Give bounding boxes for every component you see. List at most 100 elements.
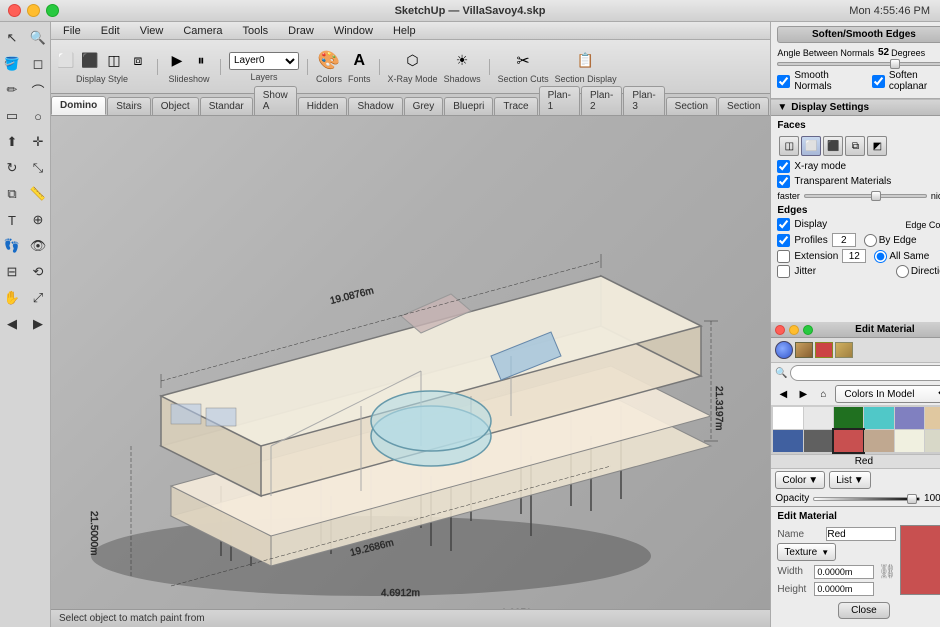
swatch-tan[interactable]	[925, 407, 940, 429]
canvas-area[interactable]: 19.0876m 21.3197m 21.5000m 19.2686m 4.69…	[51, 116, 770, 609]
em-min-btn[interactable]	[789, 325, 799, 335]
swatch-white[interactable]	[773, 407, 802, 429]
swatch-blue-gray[interactable]	[895, 407, 924, 429]
colors-in-model-select[interactable]: Colors In Model	[835, 385, 940, 403]
tab-section1[interactable]: Section	[666, 97, 717, 115]
rectangle-tool[interactable]: ▭	[0, 104, 24, 128]
swatch-gray[interactable]	[804, 430, 833, 452]
tab-stairs[interactable]: Stairs	[107, 97, 151, 115]
color-selector-btn[interactable]: Color ▼	[775, 471, 825, 489]
height-input[interactable]	[814, 582, 874, 596]
extension-input[interactable]	[842, 249, 866, 263]
tab-hidden[interactable]: Hidden	[298, 97, 348, 115]
width-input[interactable]	[814, 565, 874, 579]
pan-tool[interactable]: ✋	[0, 286, 24, 310]
shadows-icon[interactable]: ☀	[451, 50, 473, 72]
menu-window[interactable]: Window	[330, 25, 377, 37]
quality-slider-track[interactable]	[804, 194, 927, 198]
profiles-checkbox[interactable]	[777, 234, 790, 247]
jitter-checkbox[interactable]	[777, 265, 790, 278]
swatch-beige[interactable]	[864, 430, 893, 452]
menu-tools[interactable]: Tools	[238, 25, 272, 37]
swatch-cream[interactable]	[895, 430, 924, 452]
tab-trace[interactable]: Trace	[494, 97, 537, 115]
texture-btn[interactable]: Texture ▼	[777, 543, 836, 561]
tab-plan2[interactable]: Plan-2	[581, 86, 622, 115]
soften-coplanar-checkbox[interactable]	[872, 75, 885, 88]
section-display-icon[interactable]: 📋	[575, 50, 597, 72]
paint-tool[interactable]: 🪣	[0, 52, 24, 76]
brick-icon[interactable]	[835, 342, 853, 358]
face-icon-5[interactable]: ◩	[867, 136, 887, 156]
face-icon-1[interactable]: ◫	[779, 136, 799, 156]
tab-shadow[interactable]: Shadow	[348, 97, 402, 115]
tab-bluepri[interactable]: Bluepri	[444, 97, 493, 115]
tape-tool[interactable]: 📏	[26, 182, 50, 206]
rotate-tool[interactable]: ↻	[0, 156, 24, 180]
sphere-icon[interactable]	[775, 341, 793, 359]
next-view-tool[interactable]: ▶	[26, 312, 50, 336]
swatch-red[interactable]	[834, 430, 863, 452]
menu-view[interactable]: View	[136, 25, 168, 37]
list-selector-btn[interactable]: List ▼	[829, 471, 870, 489]
menu-draw[interactable]: Draw	[284, 25, 318, 37]
extension-checkbox[interactable]	[777, 250, 790, 263]
display-edges-checkbox[interactable]	[777, 218, 790, 231]
move-tool[interactable]: ✛	[26, 130, 50, 154]
tab-standar[interactable]: Standar	[200, 97, 253, 115]
em-zoom-btn[interactable]	[803, 325, 813, 335]
zoom-tool[interactable]: 🔍	[26, 26, 50, 50]
profiles-input[interactable]	[832, 233, 856, 247]
direction-radio[interactable]	[896, 265, 909, 278]
opacity-thumb[interactable]	[907, 494, 917, 504]
circle-tool[interactable]: ○	[26, 104, 50, 128]
menu-camera[interactable]: Camera	[179, 25, 226, 37]
eraser-tool[interactable]: ◻	[26, 52, 50, 76]
face-icon-3[interactable]: ⬛	[823, 136, 843, 156]
quality-slider-thumb[interactable]	[871, 191, 881, 201]
section-tool[interactable]: ⊟	[0, 260, 24, 284]
display-style-icon4[interactable]: ⧈	[127, 50, 149, 72]
display-style-icon1[interactable]: ⬜	[55, 50, 77, 72]
section-cuts-icon[interactable]: ✂	[512, 50, 534, 72]
tab-plan3[interactable]: Plan-3	[623, 86, 664, 115]
look-tool[interactable]: 👁	[26, 234, 50, 258]
scale-tool[interactable]: ⤡	[26, 156, 50, 180]
tab-object[interactable]: Object	[152, 97, 199, 115]
close-button[interactable]: Close	[838, 602, 890, 619]
name-input[interactable]	[826, 527, 896, 541]
face-icon-2[interactable]: ⬜	[801, 136, 821, 156]
nav-fwd-btn[interactable]: ▶	[795, 386, 811, 402]
display-style-icon2[interactable]: ⬛	[79, 50, 101, 72]
face-icon-4[interactable]: ⧉	[845, 136, 865, 156]
menu-edit[interactable]: Edit	[97, 25, 124, 37]
fonts-icon[interactable]: A	[348, 50, 370, 72]
em-close-btn[interactable]	[775, 325, 785, 335]
material-search-input[interactable]	[790, 365, 940, 381]
arc-tool[interactable]: ⌒	[26, 78, 50, 102]
close-button[interactable]	[8, 4, 21, 17]
maximize-button[interactable]	[46, 4, 59, 17]
angle-slider-track[interactable]	[777, 62, 940, 66]
xray-checkbox[interactable]	[777, 160, 790, 173]
walk-tool[interactable]: 👣	[0, 234, 24, 258]
pencil-tool[interactable]: ✏	[0, 78, 24, 102]
angle-slider-thumb[interactable]	[890, 59, 900, 69]
tab-section2[interactable]: Section	[718, 97, 769, 115]
minimize-button[interactable]	[27, 4, 40, 17]
by-edge-radio[interactable]	[864, 234, 877, 247]
display-style-icon3[interactable]: ◫	[103, 50, 125, 72]
menu-help[interactable]: Help	[389, 25, 420, 37]
select-tool[interactable]: ↖	[0, 26, 24, 50]
tab-grey[interactable]: Grey	[404, 97, 444, 115]
smooth-normals-checkbox[interactable]	[777, 75, 790, 88]
swatch-cyan[interactable]	[864, 407, 893, 429]
nav-back-btn[interactable]: ◀	[775, 386, 791, 402]
tab-showa[interactable]: Show A	[254, 86, 297, 115]
prev-view-tool[interactable]: ◀	[0, 312, 24, 336]
swatch-blue[interactable]	[773, 430, 802, 452]
opacity-slider[interactable]	[813, 497, 920, 501]
texture-icon[interactable]	[795, 342, 813, 358]
colors-icon[interactable]: 🎨	[318, 50, 340, 72]
layers-select[interactable]: Layer0	[229, 52, 299, 70]
